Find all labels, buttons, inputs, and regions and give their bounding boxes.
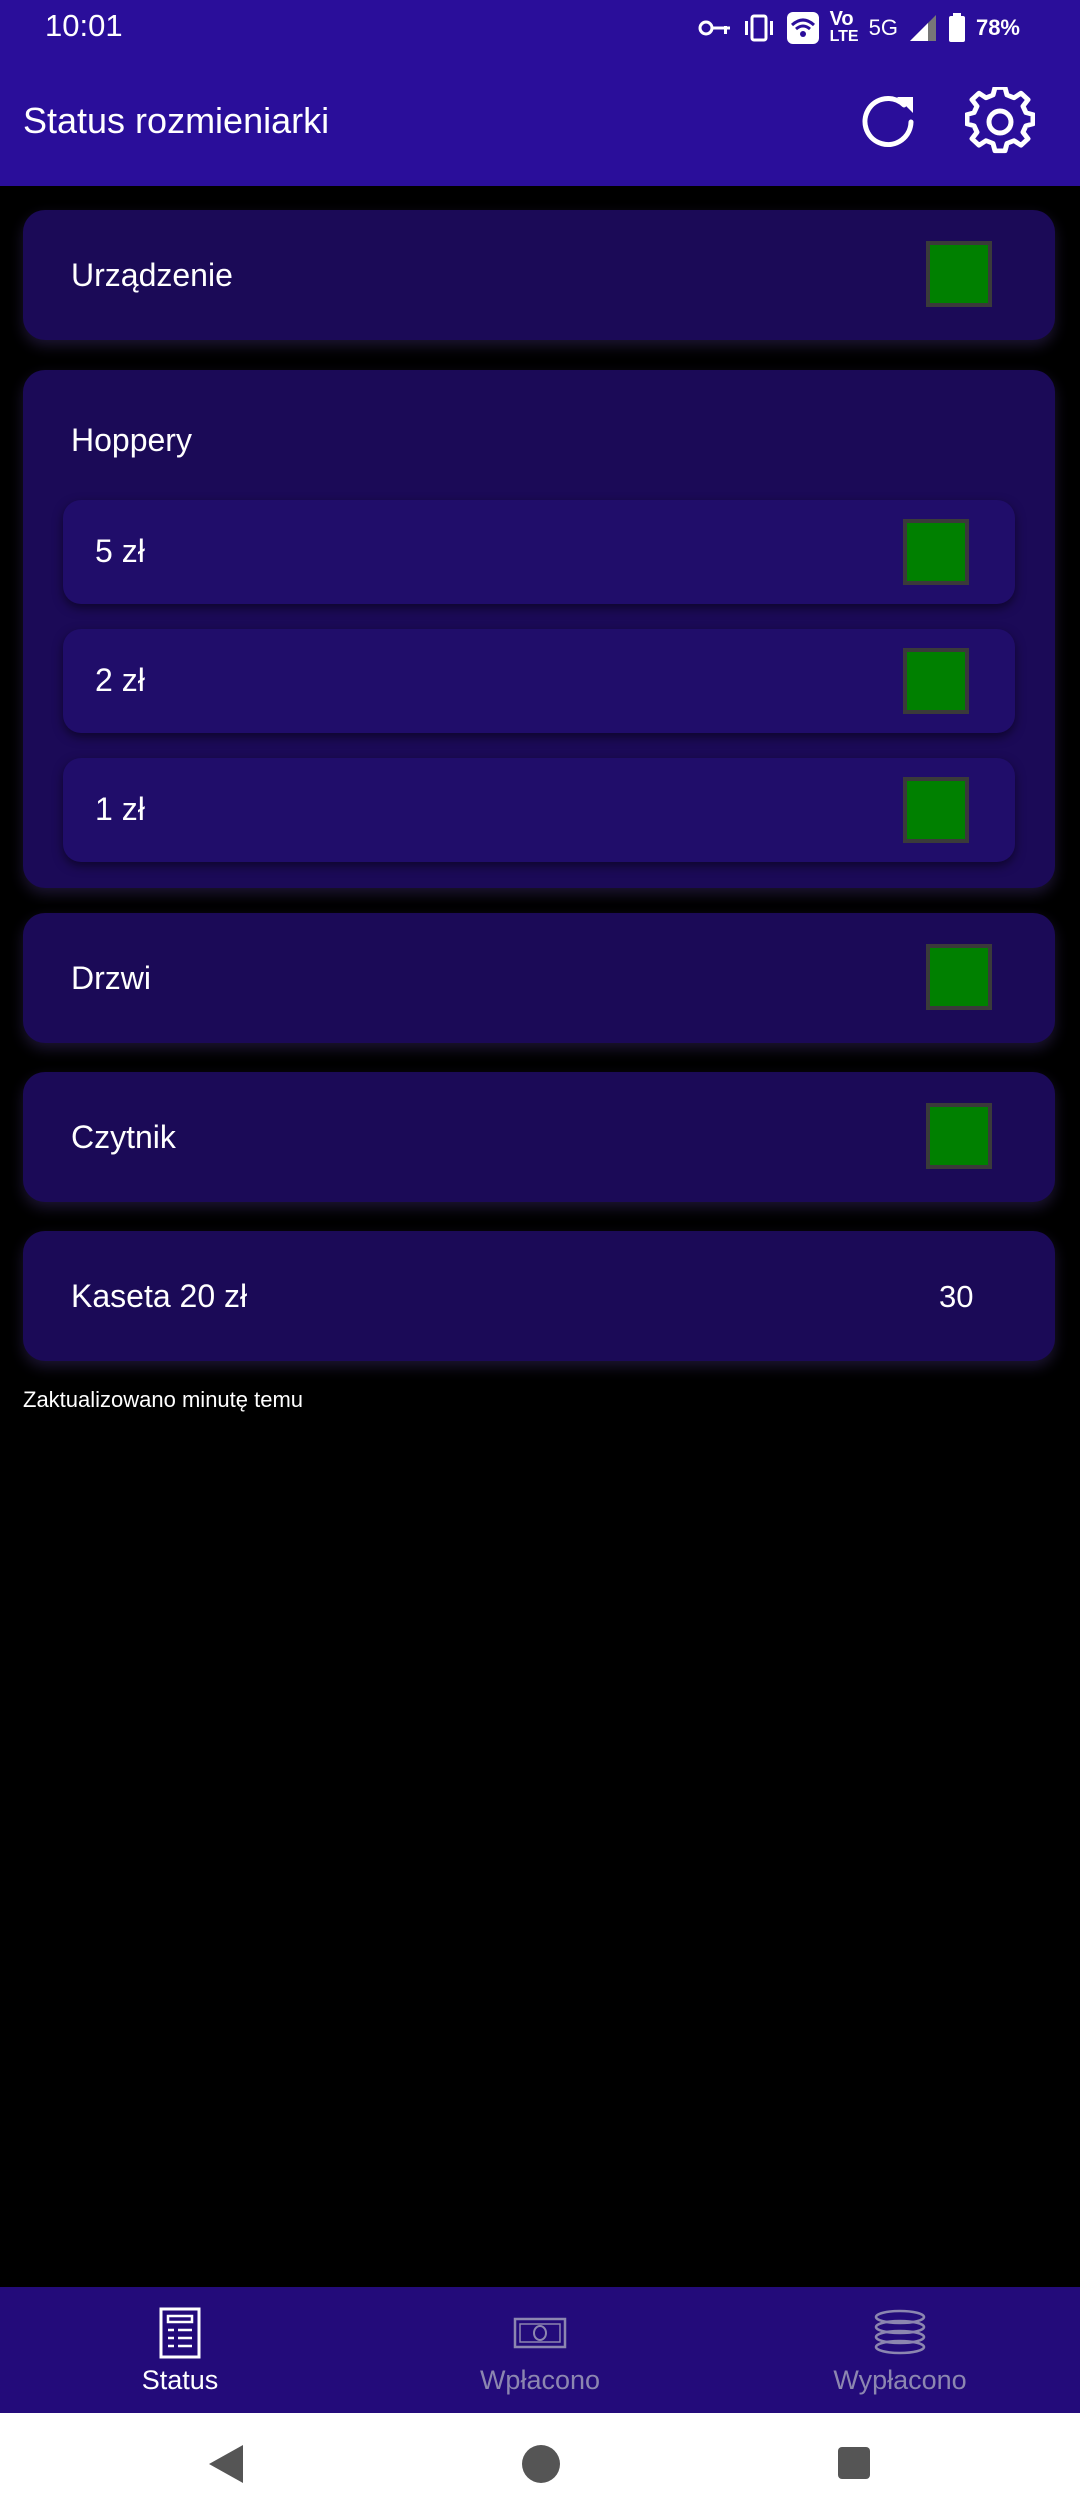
vibrate-icon xyxy=(744,14,773,42)
battery-icon xyxy=(948,13,965,42)
recents-button[interactable] xyxy=(836,2443,872,2484)
hopper-status-indicator xyxy=(903,777,969,843)
device-status-indicator xyxy=(926,241,992,307)
status-icons: Vo LTE 5G 78% xyxy=(698,8,1020,48)
back-button[interactable] xyxy=(205,2443,245,2490)
coins-icon xyxy=(870,2305,930,2361)
nav-label: Status xyxy=(141,2365,219,2395)
signal-icon xyxy=(909,15,936,41)
home-button[interactable] xyxy=(520,2443,562,2490)
hopper-status-indicator xyxy=(903,648,969,714)
battery-percent: 78% xyxy=(975,15,1020,40)
status-bar: 10:01 Vo LTE 5G 78% xyxy=(0,0,1080,58)
door-status-indicator xyxy=(926,944,992,1010)
nav-deposited[interactable]: Wpłacono xyxy=(360,2287,720,2413)
volte-text: Vo xyxy=(829,8,854,30)
hoppers-label: Hoppery xyxy=(71,422,192,458)
last-updated-text: Zaktualizowano minutę temu xyxy=(23,1387,304,1412)
device-label: Urządzenie xyxy=(71,257,233,293)
nav-status[interactable]: Status xyxy=(0,2287,360,2413)
page-title: Status rozmieniarki xyxy=(23,100,330,141)
wifi-icon xyxy=(786,12,819,44)
recents-icon xyxy=(838,2447,870,2479)
nav-withdrawn[interactable]: Wypłacono xyxy=(720,2287,1080,2413)
hopper-label: 2 zł xyxy=(95,662,145,698)
system-navigation-bar xyxy=(0,2413,1080,2520)
reader-status-indicator xyxy=(926,1103,992,1169)
hopper-item: 2 zł xyxy=(63,629,1015,733)
bottom-navigation: Status Wpłacono Wypłacono xyxy=(0,2287,1080,2413)
nav-label: Wpłacono xyxy=(479,2365,601,2395)
home-icon xyxy=(522,2445,560,2483)
app-bar: Status rozmieniarki xyxy=(0,58,1080,186)
status-time: 10:01 xyxy=(45,8,123,43)
door-card: Drzwi xyxy=(23,913,1055,1043)
device-card: Urządzenie xyxy=(23,210,1055,340)
hopper-item: 1 zł xyxy=(63,758,1015,862)
banknote-icon xyxy=(510,2305,570,2361)
hopper-item: 5 zł xyxy=(63,500,1015,604)
refresh-button[interactable] xyxy=(850,84,926,160)
reader-label: Czytnik xyxy=(71,1119,176,1155)
volte-indicator: Vo LTE xyxy=(829,8,859,46)
settings-button[interactable] xyxy=(962,84,1038,160)
network-type: 5G xyxy=(868,15,898,40)
cassette-label: Kaseta 20 zł xyxy=(71,1278,248,1314)
reader-card: Czytnik xyxy=(23,1072,1055,1202)
vpn-key-icon xyxy=(698,20,730,36)
door-label: Drzwi xyxy=(71,960,151,996)
hoppers-card: Hoppery 5 zł 2 zł 1 zł xyxy=(23,370,1055,888)
lte-text: LTE xyxy=(829,28,859,45)
refresh-icon xyxy=(862,96,914,148)
nav-label: Wypłacono xyxy=(833,2365,967,2395)
cassette-count: 30 xyxy=(939,1279,974,1314)
hopper-status-indicator xyxy=(903,519,969,585)
receipt-icon xyxy=(150,2305,210,2361)
cassette-card: Kaseta 20 zł 30 xyxy=(23,1231,1055,1361)
hopper-label: 1 zł xyxy=(95,791,145,827)
hopper-label: 5 zł xyxy=(95,533,145,569)
gear-icon xyxy=(965,87,1035,154)
back-icon xyxy=(209,2445,243,2483)
